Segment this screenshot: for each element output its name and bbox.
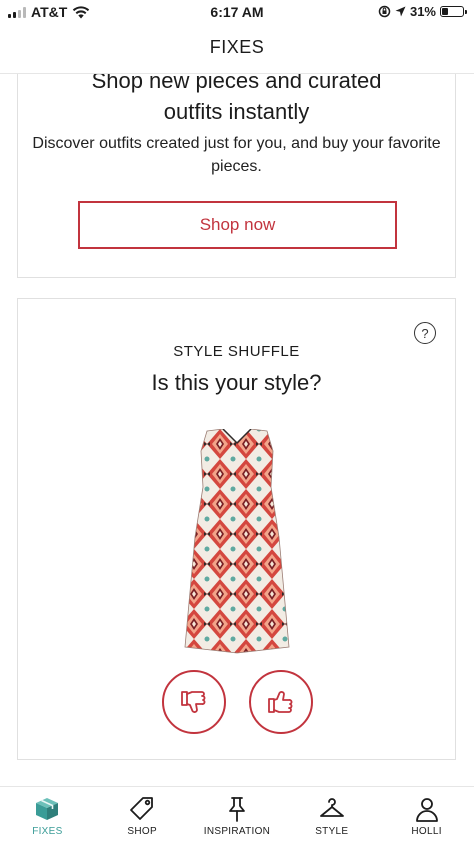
location-arrow-icon (395, 6, 406, 17)
tab-shop[interactable]: SHOP (95, 787, 190, 843)
tab-inspiration[interactable]: INSPIRATION (190, 787, 285, 843)
hanger-icon (319, 798, 344, 817)
battery-level (442, 8, 448, 15)
tab-label: INSPIRATION (203, 826, 271, 837)
orientation-lock-icon (378, 5, 391, 18)
page-title: FIXES (209, 37, 265, 57)
tab-style[interactable]: STYLE (284, 787, 379, 843)
tab-fixes[interactable]: FIXES (0, 787, 95, 843)
tab-label: FIXES (32, 826, 63, 837)
tab-label: SHOP (127, 826, 157, 837)
main-content[interactable]: Shop new pieces and curated outfits inst… (0, 74, 474, 786)
shop-card: Shop new pieces and curated outfits inst… (17, 74, 456, 278)
nav-header: FIXES (0, 24, 474, 74)
box-icon (36, 798, 59, 820)
style-shuffle-card: ? STYLE SHUFFLE Is this your style? (17, 298, 456, 760)
thumbs-down-button[interactable] (162, 670, 226, 734)
style-question: Is this your style? (151, 370, 322, 395)
tab-bar: FIXES SHOP INSPIRATION STYLE HOLLI (0, 786, 474, 843)
style-shuffle-label: STYLE SHUFFLE (173, 343, 300, 360)
status-bar: AT&T 6:17 AM 31% (0, 0, 474, 24)
shop-heading-line1: Shop new pieces and curated (91, 74, 382, 93)
thumbs-down-icon (181, 691, 206, 713)
shop-now-button[interactable]: Shop now (78, 201, 397, 249)
dress-image (184, 429, 290, 654)
shop-heading: Shop new pieces and curated outfits inst… (18, 74, 455, 127)
status-right: 31% (378, 4, 467, 19)
person-icon (415, 798, 438, 822)
thumbs-up-icon (268, 691, 293, 713)
tab-profile[interactable]: HOLLI (379, 787, 474, 843)
help-icon[interactable]: ? (414, 322, 436, 344)
shop-heading-line2: outfits instantly (163, 99, 310, 124)
pin-icon (229, 797, 245, 822)
shop-description: Discover outfits created just for you, a… (32, 135, 441, 175)
battery-icon (440, 6, 467, 17)
thumbs-up-button[interactable] (249, 670, 313, 734)
tab-label: STYLE (315, 826, 349, 837)
tab-label: HOLLI (411, 826, 442, 837)
battery-percent: 31% (409, 4, 436, 19)
tag-icon (130, 797, 154, 820)
